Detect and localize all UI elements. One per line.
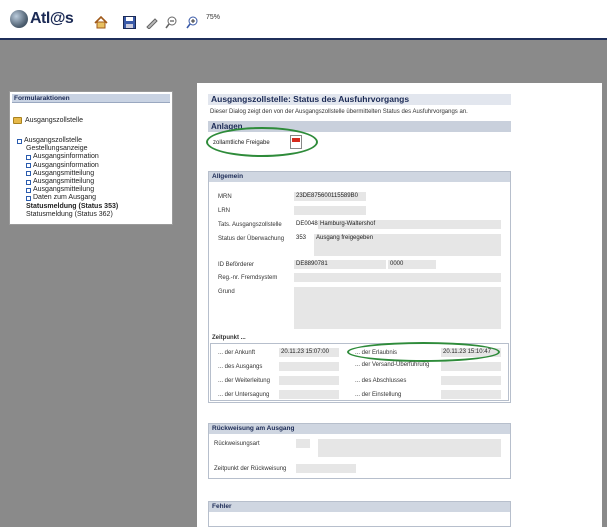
weiterleitung-label: ... der Weiterleitung — [218, 378, 270, 384]
zoom-in-icon[interactable] — [184, 14, 200, 30]
tree-item-label: Daten zum Ausgang — [33, 194, 97, 202]
tree-item-label: Ausgangsmitteilung — [33, 178, 95, 186]
ausgang-label: ... des Ausgangs — [218, 364, 263, 370]
tree-item-label: Ausgangsmitteilung — [33, 186, 95, 194]
befoerderer-value: DE8890781 — [294, 260, 386, 269]
abschluss-value — [441, 376, 501, 385]
tree-root[interactable]: Ausgangszollstelle — [13, 117, 83, 124]
tree-item-label: Ausgangsinformation — [33, 161, 99, 169]
mrn-label: MRN — [218, 194, 232, 200]
navigation-tree: Ausgangszollstelle Gestellungsanzeige Ausg… — [17, 137, 118, 219]
status-label: Status der Überwachung — [218, 236, 285, 242]
tree-item-label: Gestellungsanzeige — [26, 145, 88, 153]
main-form: Ausgangszollstelle: Status des Ausfuhrvo… — [197, 83, 602, 527]
abschluss-label: ... des Abschlusses — [355, 378, 407, 384]
untersagung-value — [279, 390, 339, 399]
expand-box-icon[interactable] — [26, 171, 31, 177]
ankunft-value: 20.11.23 15:07:00 — [279, 348, 339, 357]
logo-text: Atl@s — [30, 10, 74, 27]
rueckweisungsart-code — [296, 439, 310, 448]
highlight-ellipse-attachment — [206, 127, 318, 157]
save-icon[interactable] — [121, 14, 137, 30]
tats-code: DE004851 — [294, 220, 325, 229]
allgemein-heading: Allgemein — [209, 172, 510, 182]
mrn-value: 23DE875600115589B0 — [294, 192, 366, 201]
pencil-icon[interactable] — [143, 14, 159, 30]
form-actions-title: Formularaktionen — [12, 94, 170, 103]
rueckweisungsart-value — [318, 439, 501, 457]
fehler-heading: Fehler — [209, 502, 510, 512]
expand-box-icon[interactable] — [26, 163, 31, 169]
ausgang-value — [279, 362, 339, 371]
tree-item[interactable]: Ausgangsinformation — [26, 153, 118, 161]
tree-item[interactable]: Ausgangszollstelle — [17, 137, 118, 145]
tree-item[interactable]: Daten zum Ausgang — [26, 194, 118, 202]
status-code: 353 — [294, 234, 312, 243]
tree-item-label: Ausgangsmitteilung — [33, 169, 95, 177]
rueckweisung-zeit-label: Zeitpunkt der Rückweisung — [214, 466, 287, 472]
tree-item[interactable]: Ausgangsmitteilung — [26, 170, 118, 178]
versand-value — [441, 362, 501, 371]
befoerderer-label: ID Beförderer — [218, 262, 255, 268]
regnr-value — [294, 273, 501, 282]
einstellung-label: ... der Einstellung — [355, 392, 402, 398]
status-text: Ausgang freigegeben — [314, 234, 501, 256]
tree-item-label: Statusmeldung (Status 362) — [26, 210, 113, 218]
page-title: Ausgangszollstelle: Status des Ausfuhrvo… — [208, 94, 511, 105]
rueckweisungsart-label: Rückweisungsart — [214, 441, 260, 447]
zoom-level: 75% — [206, 14, 221, 21]
folder-icon — [13, 117, 22, 124]
form-actions-panel: Formularaktionen Ausgangszollstelle Ausg… — [9, 91, 173, 225]
rueckweisung-heading: Rückweisung am Ausgang — [209, 424, 510, 434]
expand-box-icon[interactable] — [26, 179, 31, 185]
tree-item-label: Statusmeldung (Status 353) — [26, 202, 119, 210]
tree-item[interactable]: Gestellungsanzeige — [26, 145, 118, 153]
expand-box-icon[interactable] — [26, 155, 31, 160]
weiterleitung-value — [279, 376, 339, 385]
lrn-value — [294, 206, 366, 215]
grund-label: Grund — [218, 289, 235, 295]
fehler-panel: Fehler — [208, 501, 511, 527]
atlas-logo: Atl@s — [10, 10, 74, 28]
tree-item[interactable]: Ausgangsmitteilung — [26, 178, 118, 186]
page-description: Dieser Dialog zeigt den von der Ausgangs… — [210, 109, 468, 115]
expand-box-icon[interactable] — [17, 138, 22, 144]
befoerderer-nr: 0000 — [388, 260, 436, 269]
tree-root-label: Ausgangszollstelle — [25, 117, 83, 124]
grund-value — [294, 287, 501, 329]
top-toolbar: Atl@s 75% — [0, 0, 607, 40]
highlight-ellipse-erlaubnis — [347, 342, 500, 362]
einstellung-value — [441, 390, 501, 399]
rueckweisung-zeit-value — [296, 464, 356, 473]
untersagung-label: ... der Untersagung — [218, 392, 270, 398]
expand-box-icon[interactable] — [26, 187, 31, 193]
zoom-out-icon[interactable] — [163, 14, 179, 30]
regnr-label: Reg.-nr. Fremdsystem — [218, 275, 278, 281]
tree-item-label: Ausgangsinformation — [33, 153, 99, 161]
tree-item[interactable]: Statusmeldung (Status 353) — [26, 203, 118, 211]
versand-label: ... der Versand-Überführung — [355, 362, 430, 368]
home-icon[interactable] — [93, 14, 109, 30]
tree-item[interactable]: Ausgangsinformation — [26, 162, 118, 170]
tree-item-label: Ausgangszollstelle — [24, 137, 82, 144]
globe-icon — [10, 10, 28, 28]
tree-item[interactable]: Statusmeldung (Status 362) — [26, 211, 118, 219]
lrn-label: LRN — [218, 208, 231, 214]
tats-name: Hamburg-Waltershof — [318, 220, 501, 229]
zeitpunkt-heading: Zeitpunkt ... — [212, 335, 246, 341]
ankunft-label: ... der Ankunft — [218, 350, 256, 356]
expand-box-icon[interactable] — [26, 196, 31, 202]
tree-item[interactable]: Ausgangsmitteilung — [26, 186, 118, 194]
tats-label: Tats. Ausgangszollstelle — [218, 222, 282, 228]
